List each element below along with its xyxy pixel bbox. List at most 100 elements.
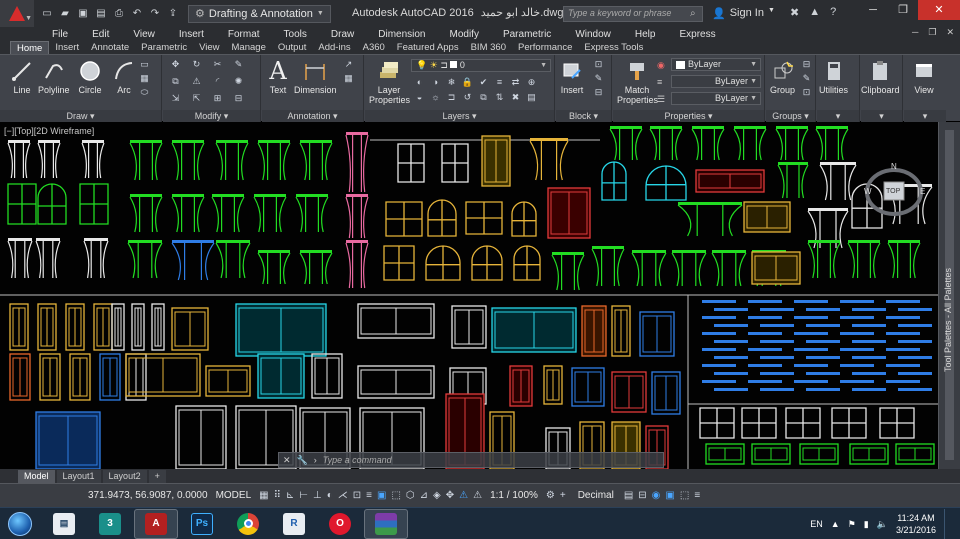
line-tool[interactable]: Line [10,59,34,95]
layer-unisolate-icon[interactable]: ◒ [413,92,426,103]
viewport-controls[interactable]: [−][Top][2D Wireframe] [4,126,94,136]
coordinate-readout[interactable]: 371.9473, 56.9087, 0.0000 [88,490,208,501]
edit-block-icon[interactable]: ✎ [592,73,605,84]
rectangle-icon[interactable]: ▭ [138,59,151,70]
color-wheel-icon[interactable]: ◉ [657,60,665,71]
menu-help[interactable]: Help [623,29,668,40]
linetype-dropdown[interactable]: ByLayer ▼ [671,75,761,88]
stay-connected-icon[interactable]: ▲ [809,6,820,19]
show-hidden-icons-icon[interactable]: ▲ [831,519,840,529]
fillet-icon[interactable]: ◜ [211,76,224,87]
gizmo-icon[interactable]: ✥ [446,490,454,501]
snap-icon[interactable]: ⠿ [274,490,281,501]
properties-panel-title[interactable]: Properties ▾ [613,110,764,122]
viewcube-north[interactable]: N [891,162,897,171]
save-as-icon[interactable]: ▤ [94,8,108,20]
make-current-icon[interactable]: ✔ [477,77,490,88]
minimize-button[interactable]: ─ [858,0,888,20]
close-button[interactable]: ✕ [918,0,960,20]
tab-annotate[interactable]: Annotate [85,41,135,54]
layer-match-icon[interactable]: ≡ [493,77,506,88]
lineweight-icon[interactable]: ☰ [657,94,665,105]
table-icon[interactable]: ▦ [342,73,355,84]
menu-view[interactable]: View [121,29,167,40]
plus-icon[interactable]: + [560,490,566,501]
search-icon[interactable]: ⌕ [690,8,696,19]
action-center-icon[interactable]: ⚑ [848,519,856,530]
tab-layout2[interactable]: Layout2 [102,469,147,483]
help-search-input[interactable]: Type a keyword or phrase [563,6,703,22]
language-indicator[interactable]: EN [810,519,823,529]
start-button[interactable] [0,508,40,539]
menu-file[interactable]: File [40,29,80,40]
new-file-icon[interactable]: ▭ [40,8,54,20]
command-input[interactable]: Type a command [323,455,392,465]
layer-states-icon[interactable]: ▤ [525,92,538,103]
3d-osnap-icon[interactable]: ⬡ [406,490,415,501]
create-block-icon[interactable]: ⊡ [592,59,605,70]
layer-thaw-icon[interactable]: ☼ [429,92,442,103]
ortho-icon[interactable]: ⊥ [313,490,322,501]
selection-cycling-icon[interactable]: ⬚ [391,490,400,501]
drawing-canvas[interactable]: [−][Top][2D Wireframe] TOP N W E ✕ 🔧 › T… [0,122,938,469]
utilities-tool[interactable]: Utilities [819,59,848,95]
viewcube-west[interactable]: W [864,187,872,196]
volume-icon[interactable]: 🔈 [877,519,888,530]
layer-merge-icon[interactable]: ⊕ [525,77,538,88]
group-tool[interactable]: Group [770,59,795,95]
doc-close-button[interactable]: ✕ [946,27,954,38]
command-line[interactable]: ✕ 🔧 › Type a command [278,452,664,468]
layer-freeze-icon[interactable]: ❄ [445,77,458,88]
taskbar-revit[interactable]: R [272,509,316,539]
clipboard-tool[interactable]: Clipboard [861,59,900,95]
layers-panel-title[interactable]: Layers ▾ [365,110,554,122]
layer-isolate-icon[interactable]: ◑ [429,77,442,88]
tab-a360[interactable]: A360 [357,41,391,54]
maximize-button[interactable]: ❐ [888,0,918,20]
layer-copy-icon[interactable]: ⧉ [477,92,490,103]
tab-parametric[interactable]: Parametric [135,41,193,54]
taskbar-autocad[interactable]: A [134,508,178,539]
group-edit-icon[interactable]: ✎ [800,73,813,84]
tab-manage[interactable]: Manage [226,41,272,54]
wrench-icon[interactable]: 🔧 [297,455,308,466]
isolate-objects-icon[interactable]: ◉ [652,490,661,501]
group-select-icon[interactable]: ⊡ [800,87,813,98]
add-layout-button[interactable]: + [148,469,166,483]
menu-format[interactable]: Format [216,29,272,40]
menu-express[interactable]: Express [667,29,727,40]
move-icon[interactable]: ✥ [169,59,182,70]
ungroup-icon[interactable]: ⊟ [800,59,813,70]
menu-tools[interactable]: Tools [272,29,319,40]
layer-unlock-icon[interactable]: ⊐ [445,92,458,103]
annotation-scale[interactable]: 1:1 / 100% [490,490,538,501]
layer-walk-icon[interactable]: ⇄ [509,77,522,88]
match-properties-tool[interactable]: Match Properties [617,59,658,105]
rotate-icon[interactable]: ↻ [190,59,203,70]
menu-modify[interactable]: Modify [438,29,491,40]
trim-icon[interactable]: ✂ [211,59,224,70]
ellipse-icon[interactable]: ⬭ [138,87,151,98]
lock-ui-icon[interactable]: ⊟ [638,490,646,501]
layer-dropdown[interactable]: 💡 ☀ ⊐ 0 ▼ [411,59,551,72]
transparency-icon[interactable]: ▣ [377,490,386,501]
grid-icon[interactable]: ▦ [259,490,268,501]
tab-home[interactable]: Home [10,41,50,54]
tab-insert[interactable]: Insert [49,41,85,54]
exchange-apps-icon[interactable]: ✖ [790,6,799,19]
modify-panel-title[interactable]: Modify ▾ [163,110,260,122]
circle-tool[interactable]: Circle [78,59,102,95]
color-dropdown[interactable]: ByLayer ▼ [671,58,761,71]
tab-express-tools[interactable]: Express Tools [578,41,649,54]
taskbar-explorer[interactable]: ▤ [42,509,86,539]
menu-parametric[interactable]: Parametric [491,29,563,40]
tab-performance[interactable]: Performance [512,41,578,54]
tab-featured-apps[interactable]: Featured Apps [391,41,465,54]
tool-palettes-bar[interactable]: Tool Palettes - All Palettes [938,122,960,469]
units-display[interactable]: Decimal [578,490,614,501]
menu-insert[interactable]: Insert [167,29,216,40]
layer-off-icon[interactable]: ◐ [413,77,426,88]
tab-add-ins[interactable]: Add-ins [312,41,356,54]
clean-screen-icon[interactable]: ⬚ [680,490,689,501]
plot-icon[interactable]: ⎙ [112,8,126,20]
